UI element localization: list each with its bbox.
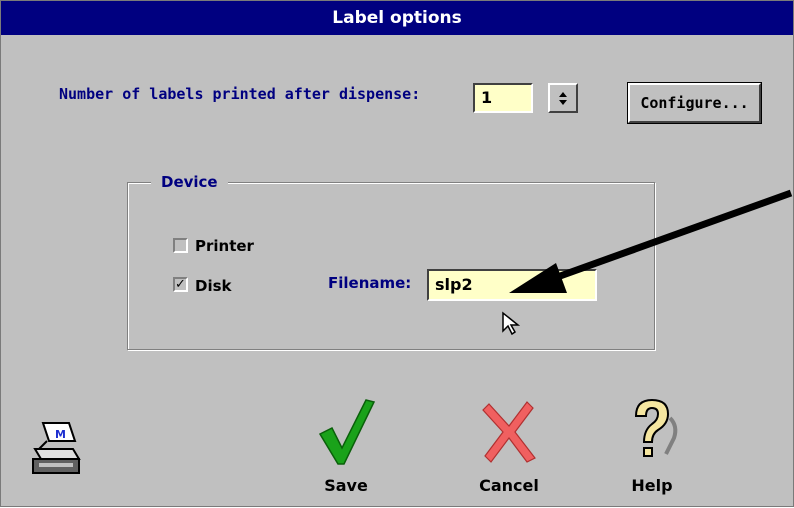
spin-up-icon[interactable] bbox=[559, 91, 567, 97]
save-label: Save bbox=[324, 476, 368, 495]
printer-checkbox[interactable] bbox=[173, 238, 188, 253]
printer-label[interactable]: Printer bbox=[195, 237, 254, 255]
title-bar: Label options bbox=[1, 1, 793, 35]
labels-count-label: Number of labels printed after dispense: bbox=[59, 85, 421, 103]
configure-button[interactable]: Configure... bbox=[627, 82, 762, 124]
checkmark-small-icon: ✓ bbox=[175, 277, 186, 292]
disk-label[interactable]: Disk bbox=[195, 277, 232, 295]
question-icon bbox=[634, 398, 678, 457]
spin-down-icon[interactable] bbox=[559, 99, 567, 105]
checkmark-icon bbox=[318, 399, 376, 465]
svg-text:M: M bbox=[55, 428, 66, 441]
save-button[interactable]: Save bbox=[301, 396, 391, 495]
filename-input[interactable]: slp2 bbox=[427, 269, 597, 301]
device-groupbox bbox=[127, 182, 655, 350]
x-icon bbox=[482, 401, 536, 463]
cancel-button[interactable]: Cancel bbox=[464, 396, 554, 495]
configure-label: Configure... bbox=[640, 94, 749, 112]
mouse-cursor-icon bbox=[502, 311, 521, 336]
spinner-icon[interactable] bbox=[548, 83, 578, 113]
label-options-dialog: Label options Number of labels printed a… bbox=[0, 0, 794, 507]
help-label: Help bbox=[631, 476, 673, 495]
printer-icon: M bbox=[32, 422, 81, 474]
disk-checkbox[interactable]: ✓ bbox=[173, 277, 188, 292]
filename-label: Filename: bbox=[328, 274, 412, 292]
help-button[interactable]: Help bbox=[607, 396, 697, 495]
labels-count-input[interactable]: 1 bbox=[473, 83, 533, 113]
device-group-title: Device bbox=[151, 173, 228, 191]
cancel-label: Cancel bbox=[479, 476, 539, 495]
